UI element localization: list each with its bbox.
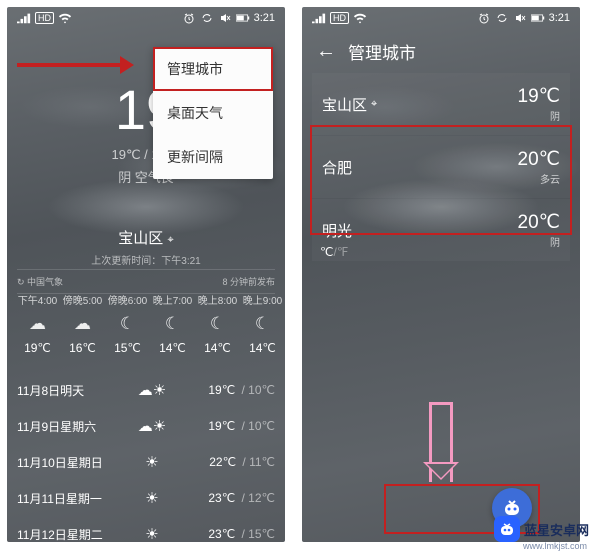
annotation-arrow-red: [17, 63, 129, 67]
location-pin-icon: ⌖: [371, 98, 377, 111]
status-bar: HD 3:21: [7, 7, 285, 29]
day-label: 11月8日明天: [17, 382, 122, 399]
mute-icon: [513, 12, 527, 24]
day-row[interactable]: 11月10日星期日☀22℃ / 11℃: [17, 444, 275, 480]
hd-label: HD: [330, 12, 349, 24]
status-time: 3:21: [254, 12, 275, 24]
mute-icon: [218, 12, 232, 24]
menu-item-manage-cities[interactable]: 管理城市: [153, 47, 273, 91]
weather-icon: ☁: [15, 314, 60, 334]
alarm-icon: [182, 12, 196, 24]
battery-icon: [236, 12, 250, 24]
header-bar: ← 管理城市: [302, 29, 580, 74]
city-temp: 19℃阴: [518, 85, 560, 123]
wifi-icon: [58, 12, 72, 24]
phone-left-weather: HD 3:21 ⋮ 管理城市 桌面天气 更新间隔 19 19℃ / 12℃ 阴 …: [7, 7, 285, 542]
hour-temp: 16℃: [60, 341, 105, 355]
hour-column: 下午4:00 ☁ 19℃: [15, 292, 60, 355]
hour-time: 傍晚5:00: [60, 292, 105, 307]
day-row[interactable]: 11月11日星期一☀23℃ / 12℃: [17, 480, 275, 516]
hour-column: 傍晚5:00 ☁ 16℃: [60, 292, 105, 355]
weather-source: ↻ 中国气象: [17, 275, 63, 288]
signal-icon: [17, 12, 31, 24]
weather-icon: ☁: [60, 314, 105, 334]
hour-column: 晚上8:00 ☾ 14℃: [195, 292, 240, 355]
unit-celsius: ℃: [320, 245, 333, 259]
day-row[interactable]: 11月8日明天☁☀19℃ / 10℃: [17, 372, 275, 408]
day-temps: 23℃ / 12℃: [182, 491, 275, 505]
hour-temp: 14℃: [150, 341, 195, 355]
hour-column: 晚上7:00 ☾ 14℃: [150, 292, 195, 355]
wifi-icon: [353, 12, 367, 24]
day-label: 11月11日星期一: [17, 490, 122, 507]
weather-icon: ☾: [150, 314, 195, 334]
hour-temp: 14℃: [240, 341, 285, 355]
overflow-menu: 管理城市 桌面天气 更新间隔: [153, 47, 273, 179]
city-name: 宝山区 ⌖: [322, 94, 377, 115]
menu-item-desktop-weather[interactable]: 桌面天气: [153, 91, 273, 135]
hour-time: 傍晚6:00: [105, 292, 150, 307]
hd-label: HD: [35, 12, 54, 24]
day-row[interactable]: 11月12日星期二☀23℃ / 15℃: [17, 516, 275, 542]
city-name: 合肥: [322, 157, 352, 178]
watermark-logo-icon: [494, 516, 520, 542]
city-temp: 20℃阴: [518, 211, 560, 249]
last-update: 上次更新时间：下午3:21: [7, 252, 285, 267]
hour-column: 傍晚6:00 ☾ 15℃: [105, 292, 150, 355]
status-bar: HD 3:21: [302, 7, 580, 29]
source-row: ↻ 中国气象 8 分钟前发布: [17, 269, 275, 294]
location-pin-icon: ⌖: [167, 234, 173, 246]
alarm-icon: [477, 12, 491, 24]
weather-icon: ☀: [122, 489, 182, 507]
unit-fahrenheit: ℉: [337, 245, 348, 259]
city-temp: 20℃多云: [518, 148, 560, 186]
weather-icon: ☁☀: [122, 381, 182, 399]
hour-temp: 19℃: [15, 341, 60, 355]
day-label: 11月10日星期日: [17, 454, 122, 471]
weather-icon: ☀: [122, 453, 182, 471]
city-name: 明光: [322, 220, 352, 241]
battery-icon: [531, 12, 545, 24]
unit-toggle[interactable]: ℃/℉: [320, 245, 348, 259]
day-temps: 23℃ / 15℃: [182, 527, 275, 541]
back-button[interactable]: ←: [316, 40, 336, 63]
issued-time: 8 分钟前发布: [222, 275, 275, 288]
day-temps: 19℃ / 10℃: [182, 419, 275, 433]
sync-icon: [200, 12, 214, 24]
hour-time: 晚上9:00: [240, 292, 285, 307]
hour-time: 晚上8:00: [195, 292, 240, 307]
weather-icon: ☾: [195, 314, 240, 334]
city-list: 宝山区 ⌖ 19℃阴合肥 20℃多云明光 20℃阴: [312, 73, 570, 262]
location-name: 宝山区: [118, 230, 163, 247]
status-time: 3:21: [549, 12, 570, 24]
hour-temp: 14℃: [195, 341, 240, 355]
hour-column: 晚上9:00 ☾ 14℃: [240, 292, 285, 355]
day-label: 11月9日星期六: [17, 418, 122, 435]
day-temps: 19℃ / 10℃: [182, 383, 275, 397]
hourly-forecast[interactable]: 下午4:00☁19℃傍晚5:00☁16℃傍晚6:00☾15℃晚上7:00☾14℃…: [15, 292, 285, 355]
menu-item-update-interval[interactable]: 更新间隔: [153, 135, 273, 179]
city-row[interactable]: 宝山区 ⌖ 19℃阴: [312, 73, 570, 135]
day-row[interactable]: 11月9日星期六☁☀19℃ / 10℃: [17, 408, 275, 444]
watermark: 蓝星安卓网: [494, 516, 589, 542]
day-label: 11月12日星期二: [17, 526, 122, 543]
sync-icon: [495, 12, 509, 24]
weather-icon: ☾: [240, 314, 285, 334]
weather-icon: ☾: [105, 314, 150, 334]
hour-time: 晚上7:00: [150, 292, 195, 307]
hour-time: 下午4:00: [15, 292, 60, 307]
phone-right-manage-cities: HD 3:21 ← 管理城市 宝山区 ⌖ 19℃阴合肥 20℃多云明光 20℃阴 ℃/…: [302, 7, 580, 542]
hour-temp: 15℃: [105, 341, 150, 355]
weather-icon: ☁☀: [122, 417, 182, 435]
signal-icon: [312, 12, 326, 24]
city-row[interactable]: 合肥 20℃多云: [312, 136, 570, 198]
location-block[interactable]: 宝山区 ⌖ 上次更新时间：下午3:21: [7, 227, 285, 267]
annotation-arrow-down: [429, 402, 453, 482]
page-title: 管理城市: [348, 39, 416, 64]
weather-icon: ☀: [122, 525, 182, 542]
daily-forecast[interactable]: 11月8日明天☁☀19℃ / 10℃11月9日星期六☁☀19℃ / 10℃11月…: [17, 372, 275, 542]
watermark-text: 蓝星安卓网: [524, 520, 589, 539]
city-row[interactable]: 明光 20℃阴: [312, 199, 570, 261]
day-temps: 22℃ / 11℃: [182, 455, 275, 469]
